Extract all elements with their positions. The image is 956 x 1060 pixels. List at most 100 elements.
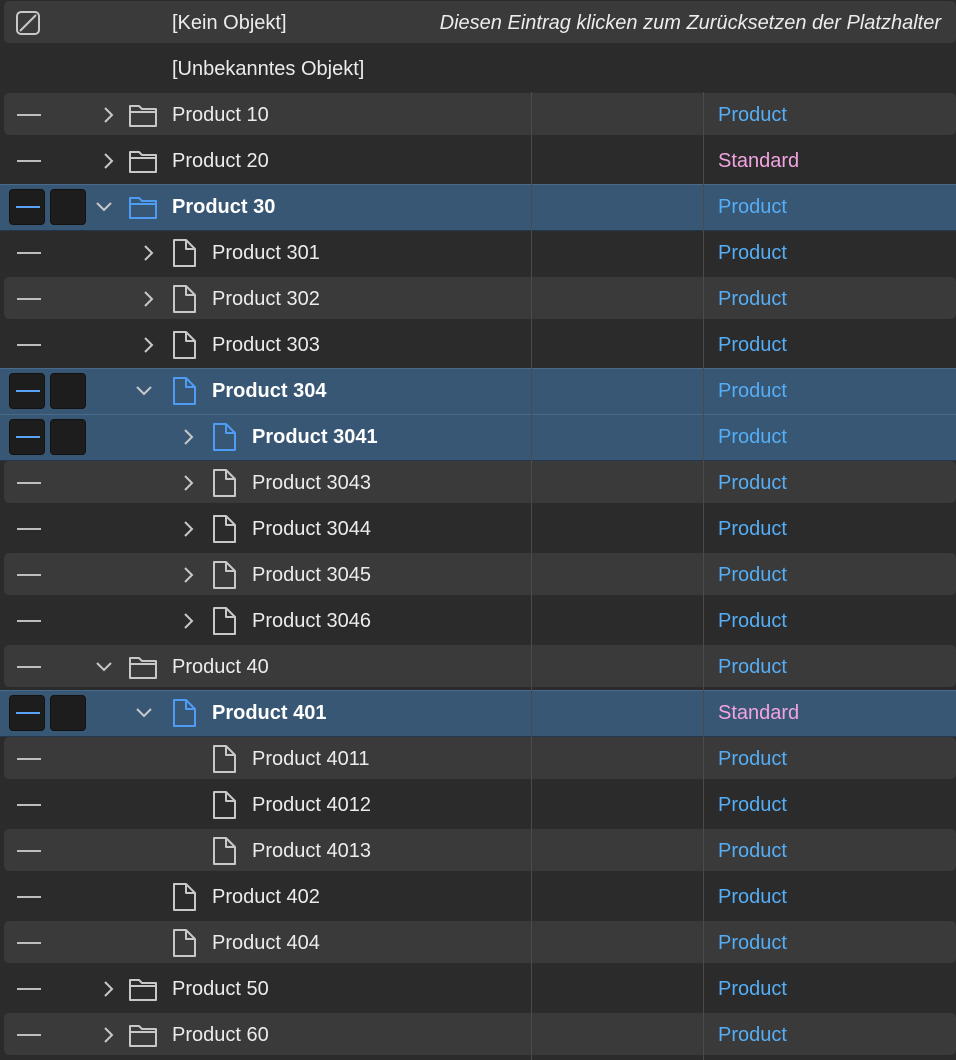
object-type: Product (718, 886, 787, 908)
object-name: Product 4011 (252, 748, 370, 770)
tree-row[interactable]: Product 302 Product (0, 276, 956, 322)
dash-icon (16, 390, 40, 392)
chevron-right-icon[interactable] (180, 609, 196, 633)
chevron-right-icon[interactable] (180, 425, 196, 449)
dash-icon[interactable] (17, 344, 41, 346)
object-name: Product 3044 (252, 518, 371, 540)
placeholder-checkbox[interactable] (50, 695, 86, 731)
document-icon (210, 423, 240, 451)
chevron-right-icon[interactable] (180, 471, 196, 495)
placeholder-toggle[interactable] (9, 373, 45, 409)
dash-icon[interactable] (17, 620, 41, 622)
chevron-right-icon[interactable] (140, 287, 156, 311)
tree-row[interactable]: Product 401 Standard (0, 690, 956, 737)
tree-row[interactable]: Product 10 Product (0, 92, 956, 138)
folder-icon (128, 101, 158, 129)
tree-row[interactable]: Product 30 Product (0, 184, 956, 231)
object-type: Product (718, 656, 787, 678)
tree-row[interactable]: Product 60 Product (0, 1012, 956, 1058)
tree-row[interactable]: Product 3045 Product (0, 552, 956, 598)
placeholder-checkbox[interactable] (50, 419, 86, 455)
dash-icon[interactable] (17, 942, 41, 944)
unknown-object-row[interactable]: [Unbekanntes Objekt] (0, 46, 956, 92)
chevron-right-icon[interactable] (100, 103, 116, 127)
document-icon (170, 699, 200, 727)
tree-row[interactable]: Product 4013 Product (0, 828, 956, 874)
reset-hint: Diesen Eintrag klicken zum Zurücksetzen … (439, 12, 941, 34)
tree-row[interactable]: Product 3046 Product (0, 598, 956, 644)
dash-icon (16, 206, 40, 208)
chevron-right-icon[interactable] (100, 1023, 116, 1047)
unknown-object-label: [Unbekanntes Objekt] (172, 58, 365, 80)
object-type: Product (718, 518, 787, 540)
placeholder-toggle[interactable] (9, 419, 45, 455)
tree-row[interactable]: Product 3043 Product (0, 460, 956, 506)
dash-icon[interactable] (17, 988, 41, 990)
document-icon (170, 239, 200, 267)
tree-row[interactable]: Product 402 Product (0, 874, 956, 920)
tree-row[interactable]: Product 4011 Product (0, 736, 956, 782)
dash-icon[interactable] (17, 160, 41, 162)
folder-icon (128, 193, 158, 221)
dash-icon[interactable] (17, 574, 41, 576)
chevron-right-icon[interactable] (100, 977, 116, 1001)
column-divider[interactable] (703, 92, 704, 1060)
row-background (4, 461, 956, 503)
chevron-down-icon[interactable] (96, 195, 112, 219)
tree-row[interactable]: Product 404 Product (0, 920, 956, 966)
object-type: Product (718, 564, 787, 586)
placeholder-checkbox[interactable] (50, 373, 86, 409)
object-name: Product 404 (212, 932, 320, 954)
object-type: Product (718, 288, 787, 310)
document-icon (170, 331, 200, 359)
chevron-right-icon[interactable] (140, 333, 156, 357)
chevron-down-icon[interactable] (96, 655, 112, 679)
tree-row[interactable]: Product 301 Product (0, 230, 956, 276)
document-icon (210, 837, 240, 865)
row-background (4, 783, 956, 825)
dash-icon[interactable] (17, 482, 41, 484)
object-name: Product 10 (172, 104, 269, 126)
chevron-right-icon[interactable] (140, 241, 156, 265)
dash-icon[interactable] (17, 298, 41, 300)
column-divider[interactable] (531, 92, 532, 1060)
chevron-right-icon[interactable] (180, 517, 196, 541)
object-name: Product 3041 (252, 426, 378, 448)
dash-icon[interactable] (17, 896, 41, 898)
dash-icon[interactable] (17, 252, 41, 254)
tree-row[interactable]: Product 303 Product (0, 322, 956, 368)
dash-icon[interactable] (17, 758, 41, 760)
no-object-row[interactable]: [Kein Objekt] Diesen Eintrag klicken zum… (0, 0, 956, 46)
row-background (4, 737, 956, 779)
placeholder-toggle[interactable] (9, 695, 45, 731)
chevron-right-icon[interactable] (100, 149, 116, 173)
document-icon (210, 791, 240, 819)
dash-icon[interactable] (17, 666, 41, 668)
placeholder-toggle[interactable] (9, 189, 45, 225)
row-background (4, 507, 956, 549)
document-icon (210, 469, 240, 497)
object-name: Product 40 (172, 656, 269, 678)
object-name: Product 3046 (252, 610, 371, 632)
tree-row[interactable]: Product 3044 Product (0, 506, 956, 552)
placeholder-checkbox[interactable] (50, 189, 86, 225)
chevron-down-icon[interactable] (136, 379, 152, 403)
tree-row[interactable]: Product 20 Standard (0, 138, 956, 184)
dash-icon[interactable] (17, 528, 41, 530)
tree-row[interactable]: Product 40 Product (0, 644, 956, 690)
dash-icon[interactable] (17, 114, 41, 116)
dash-icon[interactable] (17, 1034, 41, 1036)
tree-row[interactable]: Product 3041 Product (0, 414, 956, 461)
folder-icon (128, 147, 158, 175)
tree-row[interactable]: Product 304 Product (0, 368, 956, 415)
dash-icon[interactable] (17, 804, 41, 806)
object-name: Product 401 (212, 702, 327, 724)
chevron-down-icon[interactable] (136, 701, 152, 725)
tree-row[interactable]: Product 4012 Product (0, 782, 956, 828)
dash-icon[interactable] (17, 850, 41, 852)
document-icon (210, 607, 240, 635)
object-type: Product (718, 1024, 787, 1046)
document-icon (210, 745, 240, 773)
tree-row[interactable]: Product 50 Product (0, 966, 956, 1012)
chevron-right-icon[interactable] (180, 563, 196, 587)
